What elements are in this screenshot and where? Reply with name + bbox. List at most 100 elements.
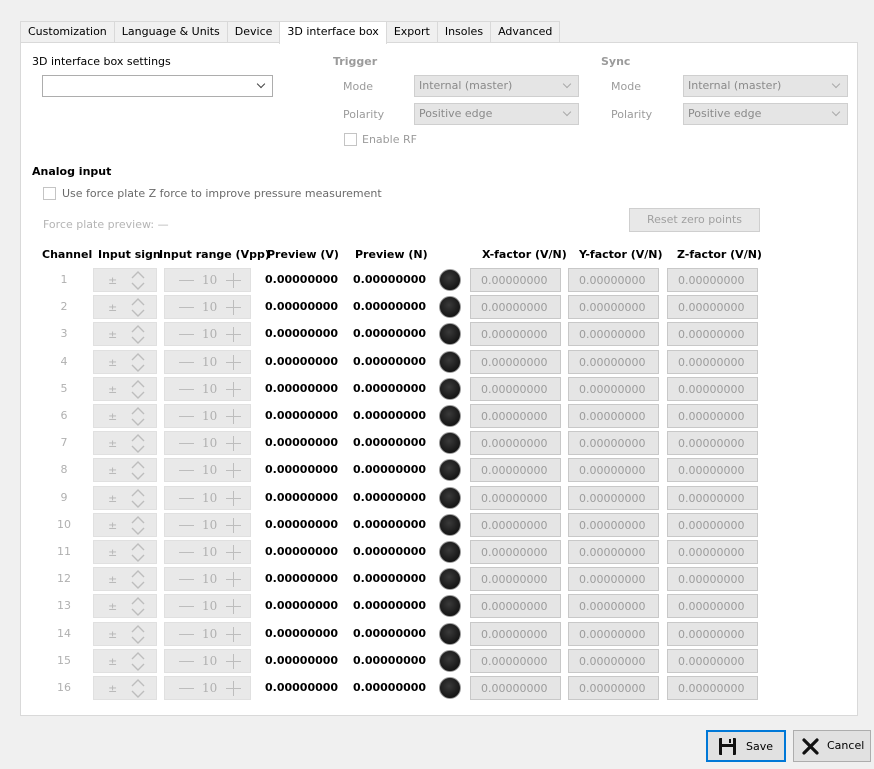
up-down-arrows-icon[interactable]: [131, 434, 145, 454]
enable-rf-checkbox[interactable]: [344, 133, 357, 146]
y-factor-field[interactable]: 0.00000000: [568, 431, 659, 456]
z-factor-field[interactable]: 0.00000000: [667, 567, 758, 592]
minus-icon[interactable]: [179, 688, 194, 689]
input-range-stepper[interactable]: 10: [164, 431, 251, 456]
input-range-stepper[interactable]: 10: [164, 458, 251, 483]
input-range-stepper[interactable]: 10: [164, 540, 251, 564]
up-down-arrows-icon[interactable]: [131, 298, 145, 318]
minus-icon[interactable]: [179, 579, 194, 581]
x-factor-field[interactable]: 0.00000000: [470, 404, 561, 428]
z-factor-field[interactable]: 0.00000000: [667, 648, 758, 673]
minus-icon[interactable]: [179, 388, 194, 390]
minus-icon[interactable]: [179, 280, 194, 281]
y-factor-field[interactable]: 0.00000000: [568, 648, 659, 673]
y-factor-field[interactable]: 0.00000000: [568, 458, 659, 483]
up-down-arrows-icon[interactable]: [131, 543, 145, 562]
minus-icon[interactable]: [179, 334, 194, 336]
input-sign-spinner[interactable]: ±: [93, 376, 157, 401]
save-button[interactable]: Save: [706, 730, 786, 762]
y-factor-field[interactable]: 0.00000000: [568, 512, 659, 537]
z-factor-field[interactable]: 0.00000000: [667, 268, 758, 292]
minus-icon[interactable]: [179, 497, 194, 499]
x-factor-field[interactable]: 0.00000000: [470, 431, 561, 456]
up-down-arrows-icon[interactable]: [131, 352, 145, 372]
up-down-arrows-icon[interactable]: [131, 271, 145, 290]
y-factor-field[interactable]: 0.00000000: [568, 485, 659, 510]
input-range-stepper[interactable]: 10: [164, 295, 251, 320]
input-sign-spinner[interactable]: ±: [93, 295, 157, 320]
up-down-arrows-icon[interactable]: [131, 597, 145, 617]
tab-language-units[interactable]: Language & Units: [113, 21, 228, 43]
y-factor-field[interactable]: 0.00000000: [568, 594, 659, 619]
minus-icon[interactable]: [179, 660, 194, 662]
input-range-stepper[interactable]: 10: [164, 349, 251, 374]
up-down-arrows-icon[interactable]: [131, 651, 145, 671]
y-factor-field[interactable]: 0.00000000: [568, 295, 659, 320]
input-sign-spinner[interactable]: ±: [93, 648, 157, 673]
input-sign-spinner[interactable]: ±: [93, 349, 157, 374]
tab-3d-interface-box[interactable]: 3D interface box: [279, 21, 387, 44]
up-down-arrows-icon[interactable]: [131, 570, 145, 590]
sync-polarity-select[interactable]: Positive edge: [683, 103, 848, 125]
input-sign-spinner[interactable]: ±: [93, 540, 157, 564]
minus-icon[interactable]: [179, 524, 194, 526]
x-factor-field[interactable]: 0.00000000: [470, 376, 561, 401]
minus-icon[interactable]: [179, 470, 194, 472]
input-sign-spinner[interactable]: ±: [93, 676, 157, 700]
y-factor-field[interactable]: 0.00000000: [568, 621, 659, 646]
y-factor-field[interactable]: 0.00000000: [568, 404, 659, 428]
minus-icon[interactable]: [179, 361, 194, 363]
input-range-stepper[interactable]: 10: [164, 594, 251, 619]
tab-insoles[interactable]: Insoles: [436, 21, 492, 43]
input-sign-spinner[interactable]: ±: [93, 404, 157, 428]
x-factor-field[interactable]: 0.00000000: [470, 648, 561, 673]
input-sign-spinner[interactable]: ±: [93, 594, 157, 619]
x-factor-field[interactable]: 0.00000000: [470, 458, 561, 483]
y-factor-field[interactable]: 0.00000000: [568, 376, 659, 401]
x-factor-field[interactable]: 0.00000000: [470, 540, 561, 564]
input-range-stepper[interactable]: 10: [164, 512, 251, 537]
input-sign-spinner[interactable]: ±: [93, 512, 157, 537]
z-factor-field[interactable]: 0.00000000: [667, 485, 758, 510]
reset-zero-points-button[interactable]: Reset zero points: [629, 208, 760, 232]
up-down-arrows-icon[interactable]: [131, 379, 145, 399]
input-range-stepper[interactable]: 10: [164, 268, 251, 292]
tab-advanced[interactable]: Advanced: [490, 21, 561, 43]
up-down-arrows-icon[interactable]: [131, 679, 145, 698]
x-factor-field[interactable]: 0.00000000: [470, 295, 561, 320]
input-range-stepper[interactable]: 10: [164, 676, 251, 700]
y-factor-field[interactable]: 0.00000000: [568, 567, 659, 592]
input-sign-spinner[interactable]: ±: [93, 567, 157, 592]
tab-customization[interactable]: Customization: [20, 21, 115, 43]
x-factor-field[interactable]: 0.00000000: [470, 349, 561, 374]
z-factor-field[interactable]: 0.00000000: [667, 676, 758, 700]
z-factor-field[interactable]: 0.00000000: [667, 431, 758, 456]
z-factor-field[interactable]: 0.00000000: [667, 512, 758, 537]
x-factor-field[interactable]: 0.00000000: [470, 512, 561, 537]
up-down-arrows-icon[interactable]: [131, 325, 145, 345]
minus-icon[interactable]: [179, 606, 194, 608]
minus-icon[interactable]: [179, 416, 194, 417]
y-factor-field[interactable]: 0.00000000: [568, 268, 659, 292]
input-sign-spinner[interactable]: ±: [93, 485, 157, 510]
z-factor-field[interactable]: 0.00000000: [667, 349, 758, 374]
input-sign-spinner[interactable]: ±: [93, 431, 157, 456]
input-range-stepper[interactable]: 10: [164, 376, 251, 401]
input-sign-spinner[interactable]: ±: [93, 458, 157, 483]
up-down-arrows-icon[interactable]: [131, 515, 145, 535]
y-factor-field[interactable]: 0.00000000: [568, 322, 659, 347]
tab-device[interactable]: Device: [226, 21, 281, 43]
input-range-stepper[interactable]: 10: [164, 404, 251, 428]
input-range-stepper[interactable]: 10: [164, 322, 251, 347]
z-factor-field[interactable]: 0.00000000: [667, 621, 758, 646]
minus-icon[interactable]: [179, 307, 194, 309]
y-factor-field[interactable]: 0.00000000: [568, 349, 659, 374]
z-factor-field[interactable]: 0.00000000: [667, 404, 758, 428]
up-down-arrows-icon[interactable]: [131, 461, 145, 481]
x-factor-field[interactable]: 0.00000000: [470, 676, 561, 700]
settings-select[interactable]: [42, 75, 273, 97]
cancel-button[interactable]: Cancel: [793, 730, 871, 762]
up-down-arrows-icon[interactable]: [131, 407, 145, 426]
z-factor-field[interactable]: 0.00000000: [667, 322, 758, 347]
up-down-arrows-icon[interactable]: [131, 488, 145, 508]
